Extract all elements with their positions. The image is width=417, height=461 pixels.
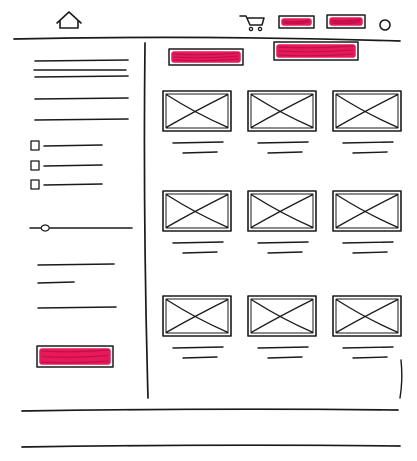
sidebar <box>29 59 133 309</box>
product-card[interactable] <box>247 90 317 154</box>
shopping-cart-icon[interactable] <box>239 15 265 32</box>
sidebar-link[interactable] <box>34 59 129 62</box>
product-title-line <box>257 346 309 349</box>
product-card[interactable] <box>247 190 317 254</box>
sidebar-text-line <box>37 263 115 266</box>
product-price-line <box>182 356 218 359</box>
sidebar-divider <box>143 42 149 399</box>
checkbox-icon[interactable] <box>30 179 40 190</box>
footer <box>21 408 401 448</box>
checkbox-label-line <box>43 164 103 167</box>
sidebar-link[interactable] <box>34 118 129 121</box>
content-right-edge <box>399 359 403 399</box>
product-price-line <box>182 251 218 254</box>
product-card[interactable] <box>332 90 402 154</box>
checkbox-label-line <box>43 183 103 186</box>
product-title-line <box>172 346 224 349</box>
wireframe-sketch <box>13 11 403 448</box>
image-placeholder-icon <box>162 90 232 132</box>
product-card[interactable] <box>247 295 317 359</box>
product-card[interactable] <box>162 190 232 254</box>
header-bar <box>13 11 401 42</box>
image-placeholder-icon <box>247 295 317 337</box>
checkbox-label-line <box>43 144 103 147</box>
red-placeholder-button[interactable] <box>326 14 366 29</box>
checkbox-option[interactable] <box>30 160 103 171</box>
checkbox-icon[interactable] <box>30 140 40 151</box>
product-price-line <box>182 151 218 154</box>
product-title-line <box>257 241 309 244</box>
product-price-line <box>352 151 388 154</box>
product-price-line <box>267 151 303 154</box>
red-placeholder-button[interactable] <box>273 41 359 61</box>
product-card[interactable] <box>162 90 232 154</box>
home-icon[interactable] <box>56 11 82 29</box>
sidebar-text-line <box>37 281 75 284</box>
image-placeholder-icon <box>332 90 402 132</box>
product-price-line <box>352 251 388 254</box>
image-placeholder-icon <box>247 90 317 132</box>
product-title-line <box>342 141 394 144</box>
product-title-line <box>257 141 309 144</box>
product-card[interactable] <box>332 190 402 254</box>
product-title-line <box>342 346 394 349</box>
image-placeholder-icon <box>247 190 317 232</box>
image-placeholder-icon <box>332 190 402 232</box>
sidebar-link[interactable] <box>34 97 129 100</box>
product-card[interactable] <box>332 295 402 359</box>
product-title-line <box>342 241 394 244</box>
red-placeholder-button[interactable] <box>278 15 315 29</box>
red-placeholder-button[interactable] <box>168 48 244 66</box>
product-price-line <box>352 356 388 359</box>
product-price-line <box>267 356 303 359</box>
checkbox-option[interactable] <box>30 140 103 151</box>
checkbox-icon[interactable] <box>30 160 40 171</box>
product-title-line <box>172 241 224 244</box>
image-placeholder-icon <box>162 190 232 232</box>
checkbox-option[interactable] <box>30 179 103 190</box>
product-card[interactable] <box>162 295 232 359</box>
range-slider[interactable] <box>29 224 133 232</box>
product-price-line <box>267 251 303 254</box>
red-placeholder-button[interactable] <box>36 345 114 368</box>
sidebar-link[interactable] <box>33 69 129 78</box>
product-title-line <box>172 141 224 144</box>
sidebar-text-line <box>37 306 117 309</box>
slider-handle[interactable] <box>40 224 50 232</box>
image-placeholder-icon <box>332 295 402 337</box>
circle-icon[interactable] <box>379 19 391 31</box>
header-divider <box>13 36 401 42</box>
image-placeholder-icon <box>162 295 232 337</box>
footer-line <box>21 444 401 448</box>
footer-line <box>21 408 399 412</box>
main-content <box>162 90 403 399</box>
product-grid <box>162 90 402 359</box>
